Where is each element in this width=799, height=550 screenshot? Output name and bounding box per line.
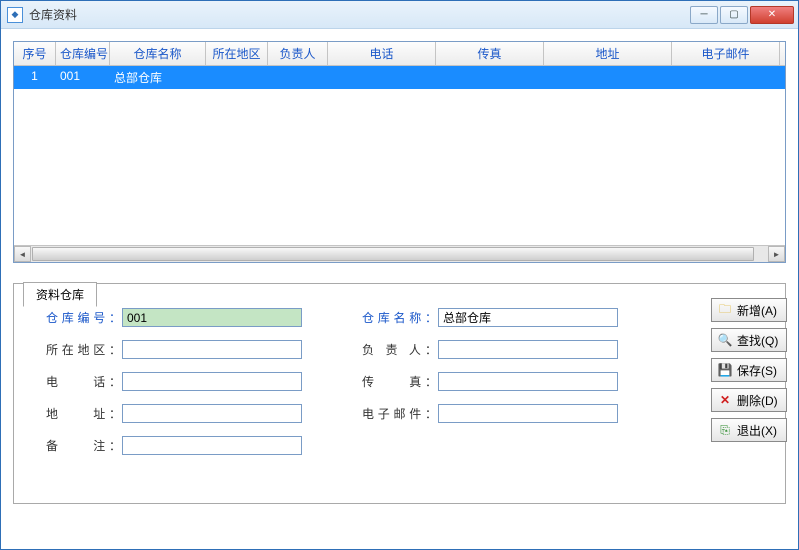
action-buttons: 🗀 新增(A) 🔍 查找(Q) 💾 保存(S) ✕ 删除(D) ⎘ 退 [711,298,787,442]
cell-idx: 1 [14,66,56,89]
titlebar: 仓库资料 ─ ▢ ✕ [1,1,798,29]
label-code: 仓库编号： [46,309,122,326]
input-phone[interactable] [122,372,302,391]
delete-button-label: 删除(D) [737,392,778,409]
form-left-column: 仓库编号： 所在地区： 电 话： 地 址： [46,308,302,455]
cell-phone [328,66,436,89]
input-addr[interactable] [122,404,302,423]
close-button[interactable]: ✕ [750,6,794,24]
input-fax[interactable] [438,372,618,391]
label-phone: 电 话： [46,373,122,390]
scroll-left-button[interactable]: ◄ [14,246,31,262]
search-icon: 🔍 [718,333,732,347]
label-email: 电子邮件： [362,405,438,422]
scroll-right-button[interactable]: ► [768,246,785,262]
input-remark[interactable] [122,436,302,455]
app-window: 仓库资料 ─ ▢ ✕ 序号 仓库编号 仓库名称 所在地区 负责人 电话 传真 地… [0,0,799,550]
input-name[interactable] [438,308,618,327]
cell-person [268,66,328,89]
cell-fax [436,66,544,89]
col-header-email[interactable]: 电子邮件 [672,42,780,65]
exit-button[interactable]: ⎘ 退出(X) [711,418,787,442]
cell-name: 总部仓库 [110,66,206,89]
delete-button[interactable]: ✕ 删除(D) [711,388,787,412]
form-right-column: 仓库名称： 负 责 人： 传 真： 电子邮件： [362,308,618,455]
lower-pane: 资料仓库 仓库编号： 所在地区： 电 话： [13,263,786,537]
scroll-track[interactable] [31,246,768,262]
col-header-person[interactable]: 负责人 [268,42,328,65]
save-icon: 💾 [718,363,732,377]
label-fax: 传 真： [362,373,438,390]
col-header-addr[interactable]: 地址 [544,42,672,65]
window-title: 仓库资料 [29,6,690,23]
input-code[interactable] [122,308,302,327]
save-button[interactable]: 💾 保存(S) [711,358,787,382]
tab-panel: 仓库编号： 所在地区： 电 话： 地 址： [13,283,786,504]
add-button[interactable]: 🗀 新增(A) [711,298,787,322]
find-button[interactable]: 🔍 查找(Q) [711,328,787,352]
folder-add-icon: 🗀 [718,300,732,321]
scroll-thumb[interactable] [32,247,754,261]
save-button-label: 保存(S) [737,362,777,379]
grid-body: 1 001 总部仓库 [14,66,785,245]
minimize-button[interactable]: ─ [690,6,718,24]
exit-icon: ⎘ [718,423,732,438]
cell-email [672,66,780,89]
exit-button-label: 退出(X) [737,422,777,439]
tabs: 资料仓库 仓库编号： 所在地区： 电 话： [13,283,786,504]
col-header-idx[interactable]: 序号 [14,42,56,65]
maximize-button[interactable]: ▢ [720,6,748,24]
label-remark: 备 注： [46,437,122,454]
cell-code: 001 [56,66,110,89]
col-header-code[interactable]: 仓库编号 [56,42,110,65]
col-header-fax[interactable]: 传真 [436,42,544,65]
find-button-label: 查找(Q) [737,332,778,349]
horizontal-scrollbar[interactable]: ◄ ► [14,245,785,262]
input-person[interactable] [438,340,618,359]
cell-addr [544,66,672,89]
add-button-label: 新增(A) [737,302,777,319]
label-region: 所在地区： [46,341,122,358]
cell-region [206,66,268,89]
col-header-phone[interactable]: 电话 [328,42,436,65]
tab-detail[interactable]: 资料仓库 [23,282,97,307]
delete-icon: ✕ [718,393,732,407]
input-region[interactable] [122,340,302,359]
input-email[interactable] [438,404,618,423]
label-name: 仓库名称： [362,309,438,326]
grid-header: 序号 仓库编号 仓库名称 所在地区 负责人 电话 传真 地址 电子邮件 [14,42,785,66]
app-icon [7,7,23,23]
col-header-name[interactable]: 仓库名称 [110,42,206,65]
label-person: 负 责 人： [362,341,438,358]
label-addr: 地 址： [46,405,122,422]
table-row[interactable]: 1 001 总部仓库 [14,66,785,89]
content-area: 序号 仓库编号 仓库名称 所在地区 负责人 电话 传真 地址 电子邮件 1 00… [1,29,798,549]
col-header-region[interactable]: 所在地区 [206,42,268,65]
data-grid[interactable]: 序号 仓库编号 仓库名称 所在地区 负责人 电话 传真 地址 电子邮件 1 00… [13,41,786,263]
